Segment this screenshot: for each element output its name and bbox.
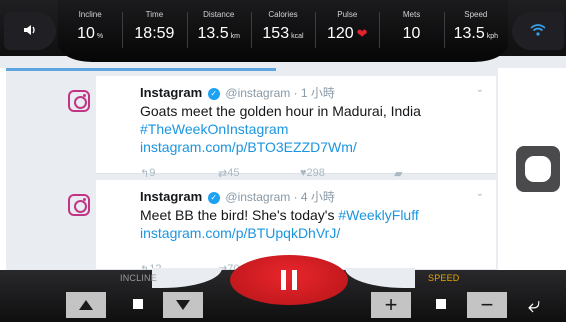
stat-time: Time 18:59 [122,0,186,62]
stats-panel: Incline 10% Time 18:59 Distance 13.5 km C… [58,0,508,62]
speed-up-button[interactable]: + [371,292,411,318]
stat-label: Calories [268,10,298,19]
instagram-logo-icon [68,90,90,112]
arrow-down-icon [176,300,190,310]
retweet-button[interactable]: ⇄ 45 [218,167,239,180]
stat-label: Time [145,10,164,19]
stat-value: 13.5 kph [453,25,499,42]
reply-button[interactable]: ↰ 9 [140,167,155,180]
stat-value: 10 [402,25,421,42]
volume-button[interactable] [4,12,56,50]
stat-value: 10% [77,25,104,42]
message-icon[interactable]: ▰ [394,167,402,180]
stat-label: Pulse [337,10,358,19]
wifi-icon [530,23,546,39]
incline-indicator [133,299,143,309]
speed-down-button[interactable]: − [467,292,507,318]
like-button[interactable]: ♥ 298 [300,167,325,179]
chevron-down-icon[interactable]: ⌄ [476,188,484,199]
tweet-link[interactable]: instagram.com/p/BTUpqkDhVrJ/ [140,225,340,241]
stat-value: 13.5 km [197,25,240,42]
tweet-meta: @instagram · 1 小時 [225,86,335,100]
tweet-card[interactable]: Instagram ✓ @instagram · 1 小時 ⌄ Goats me… [68,76,496,180]
volume-icon [23,23,37,39]
incline-up-button[interactable] [66,292,106,318]
stat-distance: Distance 13.5 km [186,0,251,62]
tweet-text: Meet BB the bird! She's today's #WeeklyF… [140,207,419,241]
stat-value: 18:59 [134,25,175,42]
incline-down-button[interactable] [163,292,203,318]
chevron-down-icon[interactable]: ⌄ [476,84,484,95]
minus-icon: − [480,292,494,317]
stat-label: Distance [203,10,235,19]
stat-value: 120 ❤ [326,25,368,42]
wifi-button[interactable] [512,12,564,50]
home-button[interactable] [516,146,560,192]
verified-badge-icon: ✓ [207,88,220,100]
feed-tab-indicator [6,68,276,71]
stat-label: Incline [78,10,102,19]
pause-icon-bar [281,270,286,290]
stat-label: Mets [402,10,421,19]
tweet-header: Instagram ✓ @instagram · 1 小時 [140,84,335,101]
speed-indicator [436,299,446,309]
tweet-header: Instagram ✓ @instagram · 4 小時 [140,188,335,205]
pause-icon-bar [292,270,297,290]
back-button[interactable]: ⤶ [528,294,540,316]
tweet-meta: @instagram · 4 小時 [225,190,335,204]
stat-label: Speed [464,10,488,19]
back-arrow-icon: ⤶ [528,292,541,317]
plus-icon: + [384,292,398,317]
tweet-hashtag[interactable]: #WeeklyFluff [338,207,418,223]
speed-label: SPEED [428,273,460,283]
stat-mets: Mets 10 [379,0,443,62]
instagram-logo-icon [68,194,90,216]
stat-speed: Speed 13.5 kph [443,0,508,62]
stat-pulse: Pulse 120 ❤ [315,0,379,62]
arrow-up-icon [79,300,93,310]
tweet-link[interactable]: #TheWeekOnInstagram instagram.com/p/BTO3… [140,121,357,155]
stat-value: 153 kcal [262,25,304,42]
tweet-author: Instagram [140,189,203,204]
tweet-author: Instagram [140,85,203,100]
pause-button[interactable] [230,255,348,305]
incline-label: INCLINE [120,273,157,283]
tweet-text: Goats meet the golden hour in Madurai, I… [140,103,421,155]
stat-incline: Incline 10% [58,0,122,62]
verified-badge-icon: ✓ [207,192,220,204]
stat-calories: Calories 153 kcal [250,0,315,62]
heart-icon: ❤ [356,26,368,41]
